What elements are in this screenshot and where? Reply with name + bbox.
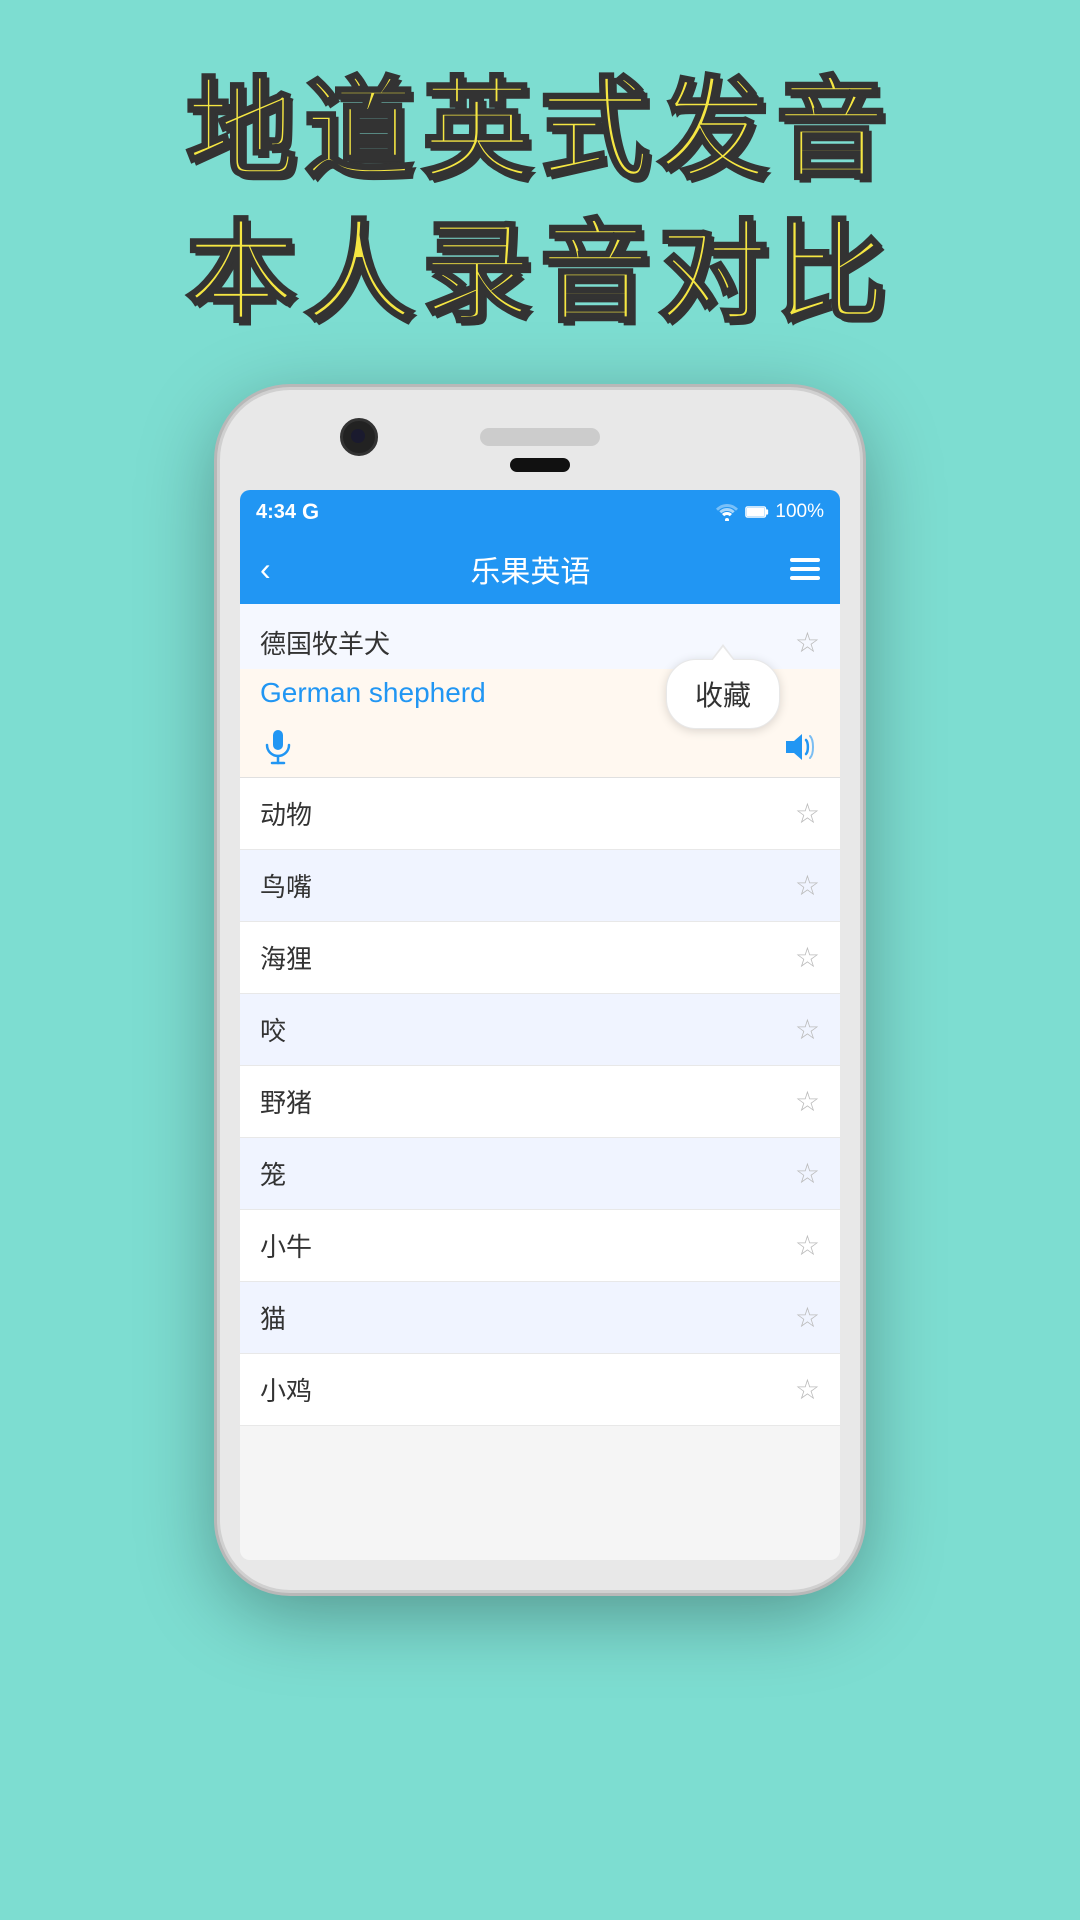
favorite-star-selected[interactable]: ☆ xyxy=(795,626,820,659)
favorite-star-3[interactable]: ☆ xyxy=(795,1013,820,1046)
list-item-text: 小牛 xyxy=(260,1227,312,1264)
list-item[interactable]: 野猪 ☆ xyxy=(240,1066,840,1138)
list-item[interactable]: 猫 ☆ xyxy=(240,1282,840,1354)
selected-english: German shepherd xyxy=(260,677,486,709)
phone-screen: 4:34 G 100% xyxy=(240,490,840,1560)
list-item-text: 海狸 xyxy=(260,939,312,976)
bg-headline: 地道英式发音 本人录音对比 xyxy=(186,60,894,346)
status-time: 4:34 xyxy=(256,501,296,524)
collect-label: 收藏 xyxy=(695,680,751,711)
battery-icon xyxy=(745,504,769,520)
home-sensor xyxy=(510,458,570,472)
list-item-text: 小鸡 xyxy=(260,1371,312,1408)
list-item-text: 鸟嘴 xyxy=(260,867,312,904)
favorite-star-1[interactable]: ☆ xyxy=(795,869,820,902)
menu-line-1 xyxy=(790,558,820,562)
favorite-star-2[interactable]: ☆ xyxy=(795,941,820,974)
selected-card: 德国牧羊犬 ☆ German shepherd 收藏 xyxy=(240,604,840,778)
bg-headline-line1: 地道英式发音 xyxy=(186,60,894,203)
list-item[interactable]: 小牛 ☆ xyxy=(240,1210,840,1282)
status-left: 4:34 G xyxy=(256,499,319,525)
back-button[interactable]: ‹ xyxy=(260,553,271,585)
list-item-text: 笼 xyxy=(260,1155,286,1192)
list-item[interactable]: 鸟嘴 ☆ xyxy=(240,850,840,922)
status-right: 100% xyxy=(715,501,824,523)
wifi-icon xyxy=(715,503,739,521)
favorite-star-7[interactable]: ☆ xyxy=(795,1301,820,1334)
app-title: 乐果英语 xyxy=(470,547,590,591)
menu-button[interactable] xyxy=(790,558,820,580)
favorite-star-6[interactable]: ☆ xyxy=(795,1229,820,1262)
favorite-star-8[interactable]: ☆ xyxy=(795,1373,820,1406)
collect-bubble[interactable]: 收藏 xyxy=(666,659,780,729)
selected-chinese: 德国牧羊犬 xyxy=(260,624,390,661)
favorite-star-0[interactable]: ☆ xyxy=(795,797,820,830)
list-item[interactable]: 笼 ☆ xyxy=(240,1138,840,1210)
menu-line-3 xyxy=(790,576,820,580)
list-item-text: 猫 xyxy=(260,1299,286,1336)
list-item-text: 动物 xyxy=(260,795,312,832)
speaker-top xyxy=(480,428,600,446)
camera xyxy=(340,418,378,456)
status-bar: 4:34 G 100% xyxy=(240,490,840,534)
app-bar: ‹ 乐果英语 xyxy=(240,534,840,604)
content-area: 德国牧羊犬 ☆ German shepherd 收藏 xyxy=(240,604,840,1560)
favorite-star-5[interactable]: ☆ xyxy=(795,1157,820,1190)
vocab-list: 动物 ☆ 鸟嘴 ☆ 海狸 ☆ 咬 ☆ 野猪 ☆ xyxy=(240,778,840,1426)
favorite-star-4[interactable]: ☆ xyxy=(795,1085,820,1118)
speaker-icon[interactable] xyxy=(782,732,816,762)
mic-icon[interactable] xyxy=(264,729,292,765)
menu-line-2 xyxy=(790,567,820,571)
bg-headline-line2: 本人录音对比 xyxy=(186,203,894,346)
list-item[interactable]: 小鸡 ☆ xyxy=(240,1354,840,1426)
list-item-text: 野猪 xyxy=(260,1083,312,1120)
list-item[interactable]: 动物 ☆ xyxy=(240,778,840,850)
phone-frame: 4:34 G 100% xyxy=(220,390,860,1590)
list-item[interactable]: 海狸 ☆ xyxy=(240,922,840,994)
battery-percentage: 100% xyxy=(775,501,824,523)
list-item-text: 咬 xyxy=(260,1011,286,1048)
google-icon: G xyxy=(302,499,319,525)
list-item[interactable]: 咬 ☆ xyxy=(240,994,840,1066)
